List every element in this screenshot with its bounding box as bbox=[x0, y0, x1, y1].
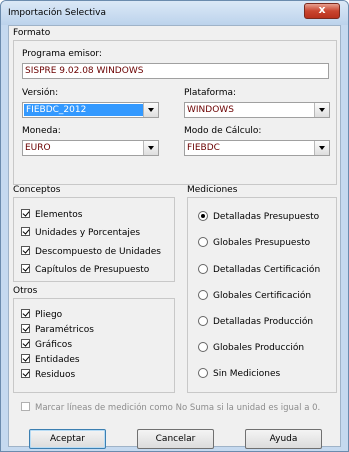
radio-icon[interactable] bbox=[198, 342, 208, 352]
radio-icon[interactable] bbox=[198, 264, 208, 274]
modo-calculo-value: FIEBDC bbox=[187, 143, 220, 153]
chevron-down-icon[interactable] bbox=[143, 141, 158, 155]
checkbox-icon[interactable] bbox=[21, 324, 30, 333]
checkbox-icon[interactable] bbox=[21, 227, 30, 236]
checkbox-icon[interactable] bbox=[21, 309, 30, 318]
title-bar[interactable]: Importación Selectiva x bbox=[1, 1, 348, 25]
chevron-down-icon[interactable] bbox=[314, 141, 329, 155]
check-descompuesto[interactable]: Descompuesto de Unidades bbox=[21, 246, 161, 257]
conceptos-legend: Conceptos bbox=[13, 185, 61, 195]
radio-label: Globales Presupuesto bbox=[213, 238, 311, 248]
close-button[interactable]: x bbox=[304, 3, 340, 19]
check-label: Paramétricos bbox=[35, 325, 94, 335]
modo-calculo-select[interactable]: FIEBDC bbox=[184, 140, 330, 156]
modo-calculo-label: Modo de Cálculo: bbox=[184, 126, 262, 136]
check-capitulos[interactable]: Capítulos de Presupuesto bbox=[21, 264, 149, 275]
formato-legend: Formato bbox=[13, 28, 51, 38]
moneda-select[interactable]: EURO bbox=[22, 140, 159, 156]
otros-legend: Otros bbox=[13, 286, 38, 296]
radio-detalladas-certificacion[interactable]: Detalladas Certificación bbox=[198, 264, 320, 275]
window-title: Importación Selectiva bbox=[8, 8, 107, 18]
dialog-window: Importación Selectiva x Formato Programa… bbox=[0, 0, 349, 452]
radio-globales-presupuesto[interactable]: Globales Presupuesto bbox=[198, 237, 310, 248]
dialog-client-area: Formato Programa emisor: SISPRE 9.02.08 … bbox=[8, 25, 341, 449]
accept-button[interactable]: Aceptar bbox=[29, 429, 106, 449]
moneda-value: EURO bbox=[25, 143, 51, 153]
marcar-label: Marcar líneas de medición como No Suma s… bbox=[35, 403, 321, 413]
radio-label: Globales Producción bbox=[213, 343, 305, 353]
radio-detalladas-presupuesto[interactable]: Detalladas Presupuesto bbox=[198, 211, 319, 222]
version-label: Versión: bbox=[22, 88, 59, 98]
radio-sin-mediciones[interactable]: Sin Mediciones bbox=[198, 368, 280, 379]
mediciones-group: Detalladas Presupuesto Globales Presupue… bbox=[187, 197, 337, 393]
radio-globales-produccion[interactable]: Globales Producción bbox=[198, 342, 304, 353]
cancel-button[interactable]: Cancelar bbox=[137, 429, 214, 449]
otros-group: Pliego Paramétricos Gráficos Entidades R… bbox=[13, 298, 175, 393]
plataforma-label: Plataforma: bbox=[184, 88, 237, 98]
checkbox-icon[interactable] bbox=[21, 402, 30, 411]
radio-label: Sin Mediciones bbox=[213, 369, 281, 379]
check-label: Unidades y Porcentajes bbox=[35, 228, 141, 238]
radio-icon[interactable] bbox=[198, 211, 208, 221]
moneda-label: Moneda: bbox=[22, 126, 61, 136]
radio-detalladas-produccion[interactable]: Detalladas Producción bbox=[198, 316, 313, 327]
chevron-down-icon[interactable] bbox=[314, 103, 329, 117]
plataforma-select[interactable]: WINDOWS bbox=[184, 102, 330, 118]
check-unidades[interactable]: Unidades y Porcentajes bbox=[21, 227, 140, 238]
checkbox-icon[interactable] bbox=[21, 264, 30, 273]
chevron-down-icon[interactable] bbox=[143, 103, 158, 117]
check-label: Gráficos bbox=[35, 340, 73, 350]
check-label: Residuos bbox=[35, 370, 76, 380]
check-label: Capítulos de Presupuesto bbox=[35, 265, 150, 275]
checkbox-icon[interactable] bbox=[21, 246, 30, 255]
checkbox-icon[interactable] bbox=[21, 209, 30, 218]
check-parametricos[interactable]: Paramétricos bbox=[21, 324, 94, 335]
plataforma-value: WINDOWS bbox=[187, 105, 234, 115]
check-entidades[interactable]: Entidades bbox=[21, 354, 80, 365]
check-residuos[interactable]: Residuos bbox=[21, 369, 75, 380]
radio-globales-certificacion[interactable]: Globales Certificación bbox=[198, 290, 311, 301]
radio-icon[interactable] bbox=[198, 316, 208, 326]
close-icon: x bbox=[318, 3, 326, 16]
check-elementos[interactable]: Elementos bbox=[21, 209, 82, 220]
conceptos-group: Elementos Unidades y Porcentajes Descomp… bbox=[13, 197, 175, 282]
radio-label: Detalladas Producción bbox=[213, 317, 314, 327]
check-label: Entidades bbox=[35, 355, 80, 365]
radio-icon[interactable] bbox=[198, 368, 208, 378]
checkbox-icon[interactable] bbox=[21, 339, 30, 348]
help-button[interactable]: Ayuda bbox=[245, 429, 322, 449]
check-label: Pliego bbox=[35, 310, 63, 320]
checkbox-icon[interactable] bbox=[21, 369, 30, 378]
radio-label: Detalladas Presupuesto bbox=[213, 212, 320, 222]
radio-icon[interactable] bbox=[198, 290, 208, 300]
radio-label: Detalladas Certificación bbox=[213, 265, 321, 275]
programa-emisor-label: Programa emisor: bbox=[22, 49, 102, 59]
radio-label: Globales Certificación bbox=[213, 291, 312, 301]
version-value: FIEBDC_2012 bbox=[23, 103, 145, 117]
version-select[interactable]: FIEBDC_2012 bbox=[22, 102, 159, 118]
programa-emisor-field[interactable]: SISPRE 9.02.08 WINDOWS bbox=[22, 63, 329, 79]
check-graficos[interactable]: Gráficos bbox=[21, 339, 72, 350]
radio-icon[interactable] bbox=[198, 237, 208, 247]
check-label: Elementos bbox=[35, 210, 83, 220]
check-marcar-lineas[interactable]: Marcar líneas de medición como No Suma s… bbox=[21, 402, 320, 413]
checkbox-icon[interactable] bbox=[21, 354, 30, 363]
check-pliego[interactable]: Pliego bbox=[21, 309, 62, 320]
formato-group: Programa emisor: SISPRE 9.02.08 WINDOWS … bbox=[13, 40, 337, 185]
check-label: Descompuesto de Unidades bbox=[35, 247, 161, 257]
mediciones-legend: Mediciones bbox=[187, 185, 238, 195]
